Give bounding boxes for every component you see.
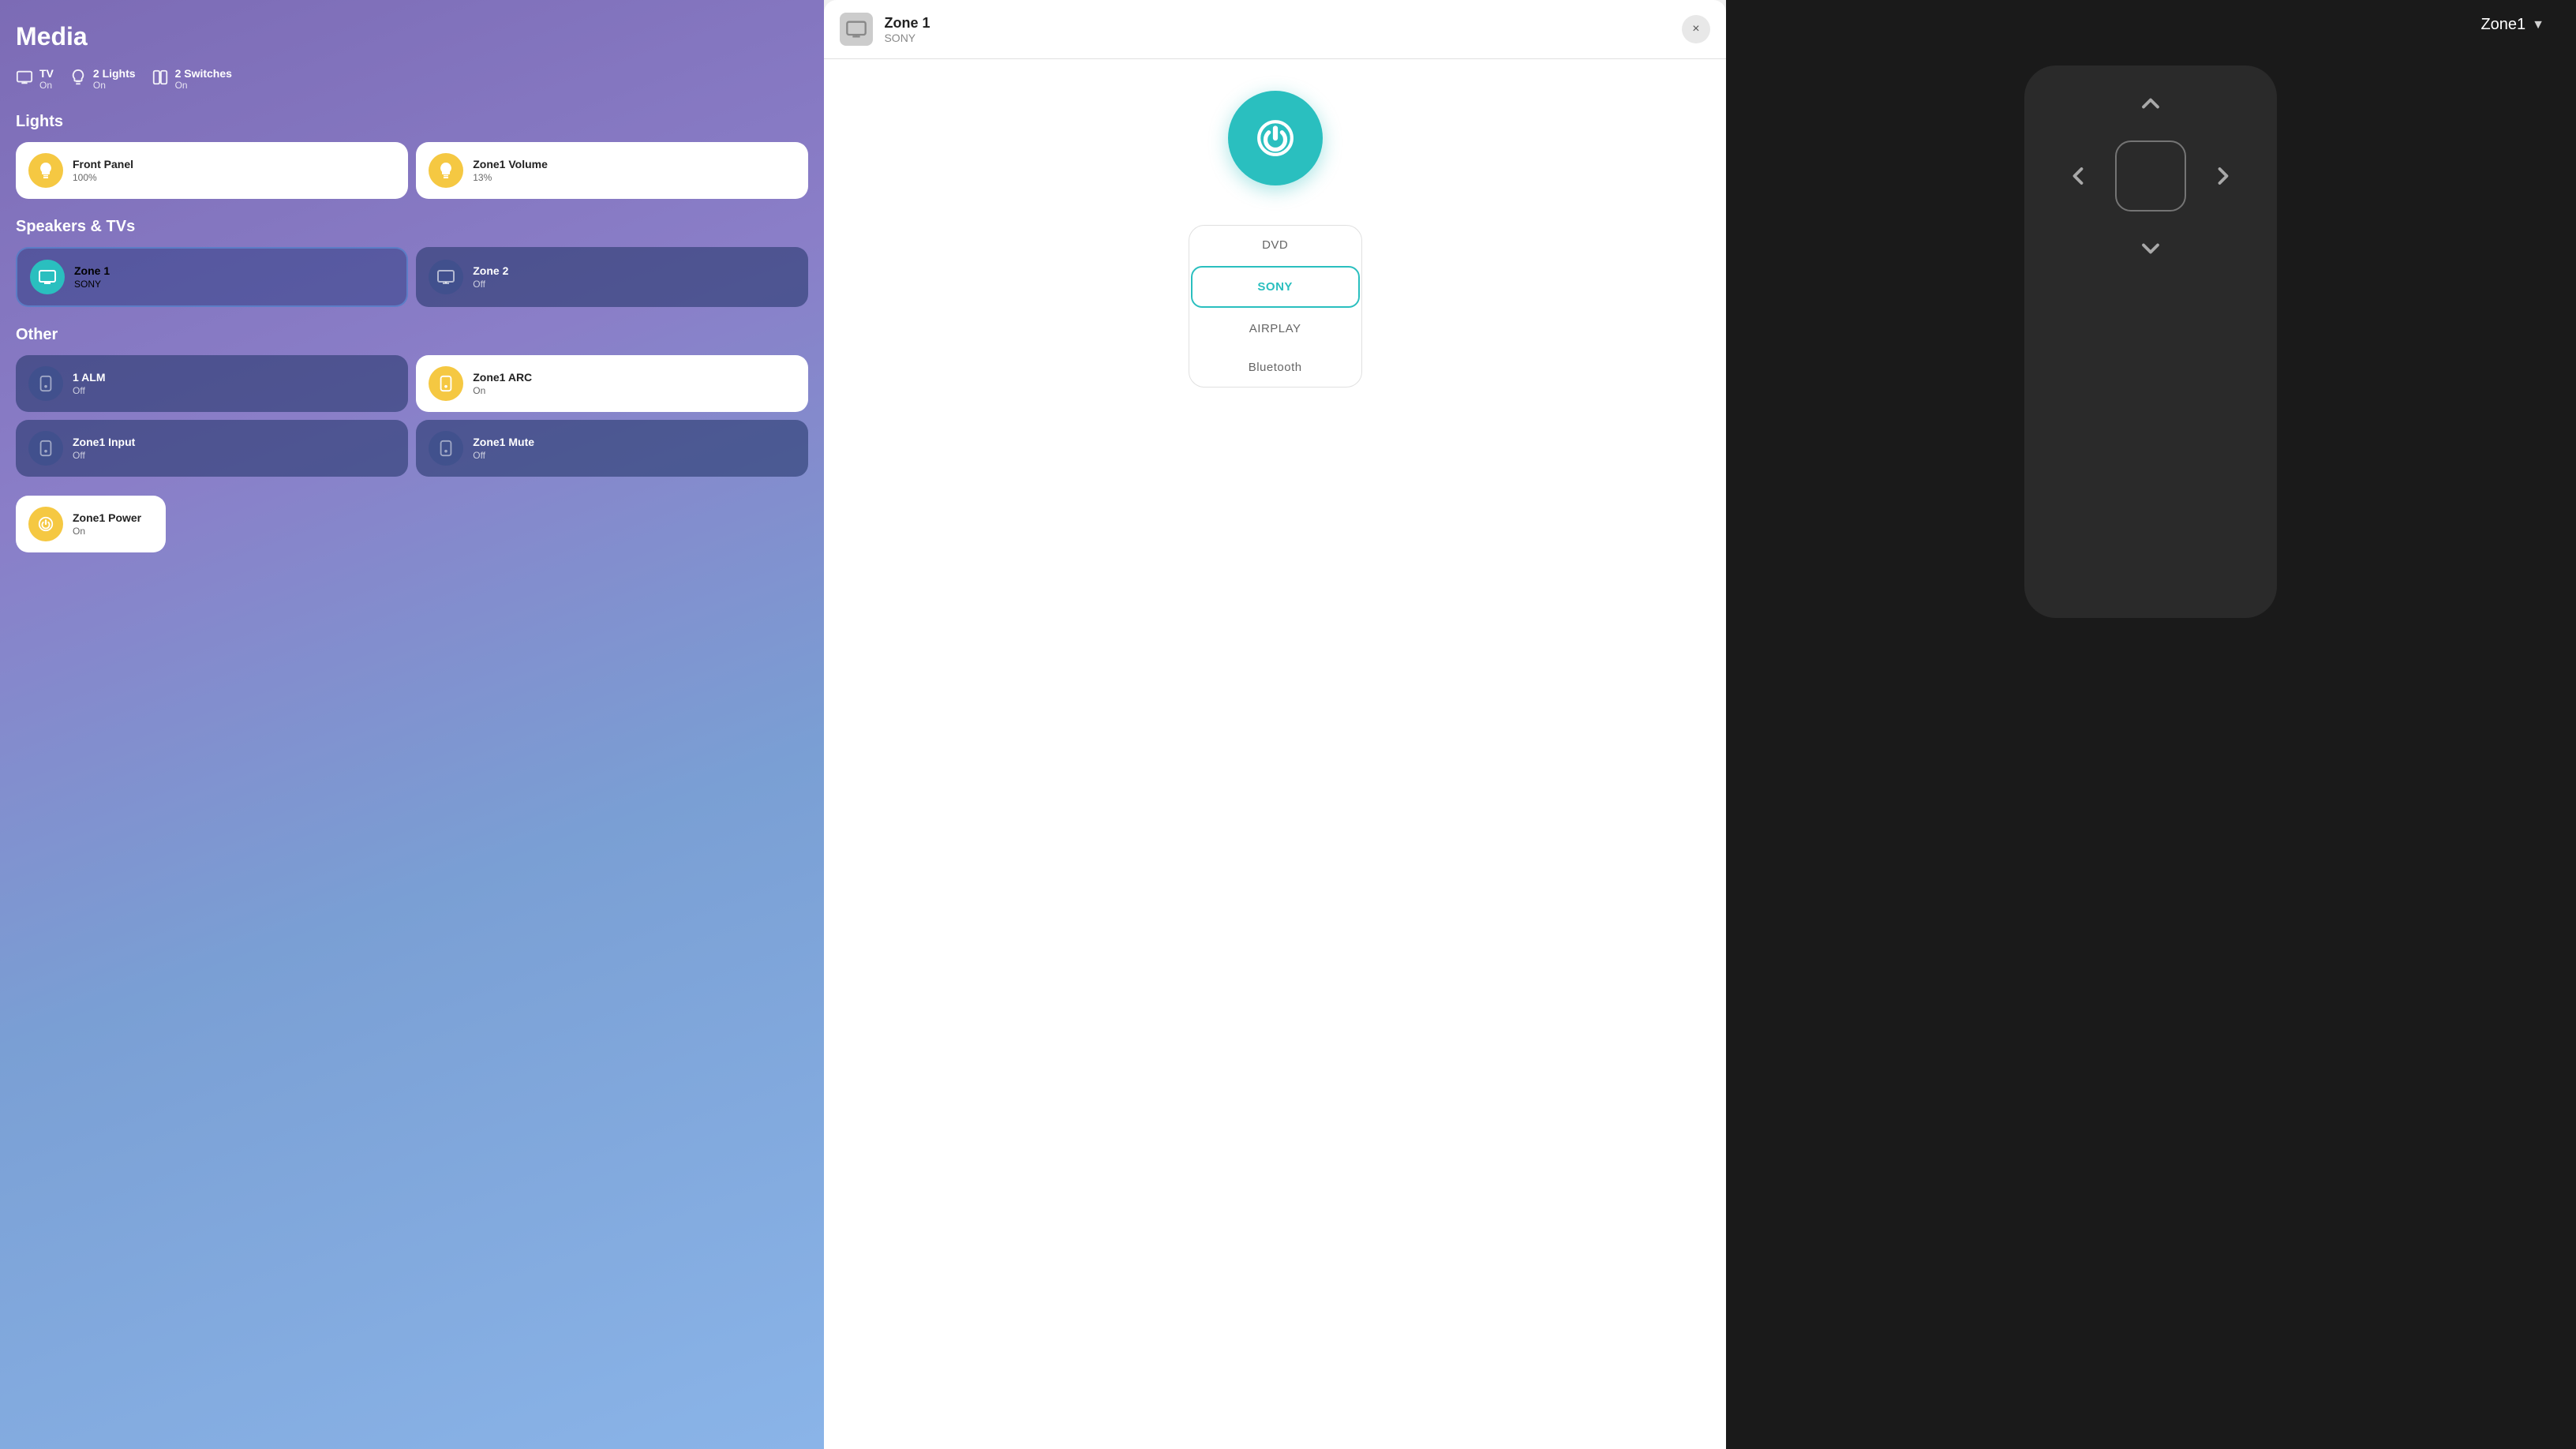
zone1-name: Zone 1: [74, 264, 110, 277]
modal-subtitle: SONY: [884, 32, 1670, 44]
front-panel-name: Front Panel: [73, 158, 133, 170]
front-panel-value: 100%: [73, 172, 133, 183]
zone1-volume-name: Zone1 Volume: [473, 158, 548, 170]
zone1-mute-icon: [429, 431, 463, 466]
speakers-grid: Zone 1 SONY Zone 2 Off: [16, 247, 808, 307]
right-panel: Zone1 ▼: [1726, 0, 2576, 1449]
status-row: TV On 2 Lights On 2 Switches On: [16, 67, 808, 91]
card-zone1-mute[interactable]: Zone1 Mute Off: [416, 420, 808, 477]
card-zone1-volume[interactable]: Zone1 Volume 13%: [416, 142, 808, 199]
zone1-power-value: On: [73, 526, 141, 537]
zone1-volume-value: 13%: [473, 172, 548, 183]
center-content: DVD SONY AIRPLAY Bluetooth: [824, 59, 1725, 1449]
zone1-mute-value: Off: [473, 450, 534, 461]
card-front-panel[interactable]: Front Panel 100%: [16, 142, 408, 199]
tv-value: On: [39, 80, 54, 91]
dpad: [2064, 89, 2237, 263]
switches-value: On: [175, 80, 232, 91]
zone1-arc-name: Zone1 ARC: [473, 371, 532, 384]
zone2-icon: [429, 260, 463, 294]
zone-label: Zone1: [2481, 16, 2525, 34]
right-header: Zone1 ▼: [2481, 16, 2544, 34]
zone2-name: Zone 2: [473, 264, 508, 277]
dpad-left-button[interactable]: [2064, 162, 2092, 190]
modal-title: Zone 1: [884, 15, 1670, 32]
zone1-mute-name: Zone1 Mute: [473, 436, 534, 448]
status-item-switches[interactable]: 2 Switches On: [152, 67, 232, 91]
dpad-up-button[interactable]: [2136, 89, 2165, 118]
zone1-input-value: Off: [73, 450, 135, 461]
light-status-icon: [69, 69, 87, 90]
1alm-name: 1 ALM: [73, 371, 105, 384]
card-1alm[interactable]: 1 ALM Off: [16, 355, 408, 412]
section-lights-title: Lights: [16, 113, 808, 131]
zone1-input-icon: [28, 431, 63, 466]
switches-label: 2 Switches: [175, 67, 232, 80]
card-zone1-arc[interactable]: Zone1 ARC On: [416, 355, 808, 412]
zone1-power-icon: [28, 507, 63, 541]
source-sony[interactable]: SONY: [1191, 266, 1360, 308]
source-dvd[interactable]: DVD: [1189, 226, 1361, 264]
power-button[interactable]: [1228, 91, 1323, 185]
lights-grid: Front Panel 100% Zone1 Volume 13%: [16, 142, 808, 199]
zone1-arc-icon: [429, 366, 463, 401]
source-picker: DVD SONY AIRPLAY Bluetooth: [1189, 225, 1362, 388]
section-speakers-title: Speakers & TVs: [16, 218, 808, 236]
card-zone1[interactable]: Zone 1 SONY: [16, 247, 408, 307]
zone1-icon: [30, 260, 65, 294]
status-item-lights[interactable]: 2 Lights On: [69, 67, 136, 91]
left-panel: Media TV On 2 Lights On: [0, 0, 824, 1449]
front-panel-icon: [28, 153, 63, 188]
close-button[interactable]: ×: [1682, 15, 1710, 43]
zone1-power-name: Zone1 Power: [73, 511, 141, 524]
center-panel: Zone 1 SONY × DVD SONY AIRPLAY Bluetooth: [824, 0, 1725, 1449]
lights-value: On: [93, 80, 136, 91]
zone1-input-name: Zone1 Input: [73, 436, 135, 448]
modal-device-icon: [840, 13, 873, 46]
card-zone1-input[interactable]: Zone1 Input Off: [16, 420, 408, 477]
card-zone1-power[interactable]: Zone1 Power On: [16, 496, 166, 552]
tv-status-icon: [16, 69, 33, 90]
dpad-down-button[interactable]: [2136, 234, 2165, 263]
page-title: Media: [16, 22, 808, 51]
zone-dropdown-icon[interactable]: ▼: [2532, 18, 2544, 32]
1alm-value: Off: [73, 385, 105, 396]
modal-header: Zone 1 SONY ×: [824, 0, 1725, 59]
switch-status-icon: [152, 69, 169, 90]
zone1-value: SONY: [74, 279, 110, 290]
dpad-center-button[interactable]: [2115, 140, 2186, 212]
modal-header-text: Zone 1 SONY: [884, 15, 1670, 44]
zone1-arc-value: On: [473, 385, 532, 396]
section-other-title: Other: [16, 326, 808, 344]
other-grid: 1 ALM Off Zone1 ARC On Zone1 Input Off: [16, 355, 808, 477]
1alm-icon: [28, 366, 63, 401]
source-airplay[interactable]: AIRPLAY: [1189, 309, 1361, 348]
lights-label: 2 Lights: [93, 67, 136, 80]
zone2-value: Off: [473, 279, 508, 290]
dpad-right-button[interactable]: [2209, 162, 2237, 190]
remote-container: [2024, 66, 2277, 618]
status-item-tv[interactable]: TV On: [16, 67, 54, 91]
tv-label: TV: [39, 67, 54, 80]
source-bluetooth[interactable]: Bluetooth: [1189, 348, 1361, 387]
card-zone2[interactable]: Zone 2 Off: [416, 247, 808, 307]
zone1-volume-icon: [429, 153, 463, 188]
